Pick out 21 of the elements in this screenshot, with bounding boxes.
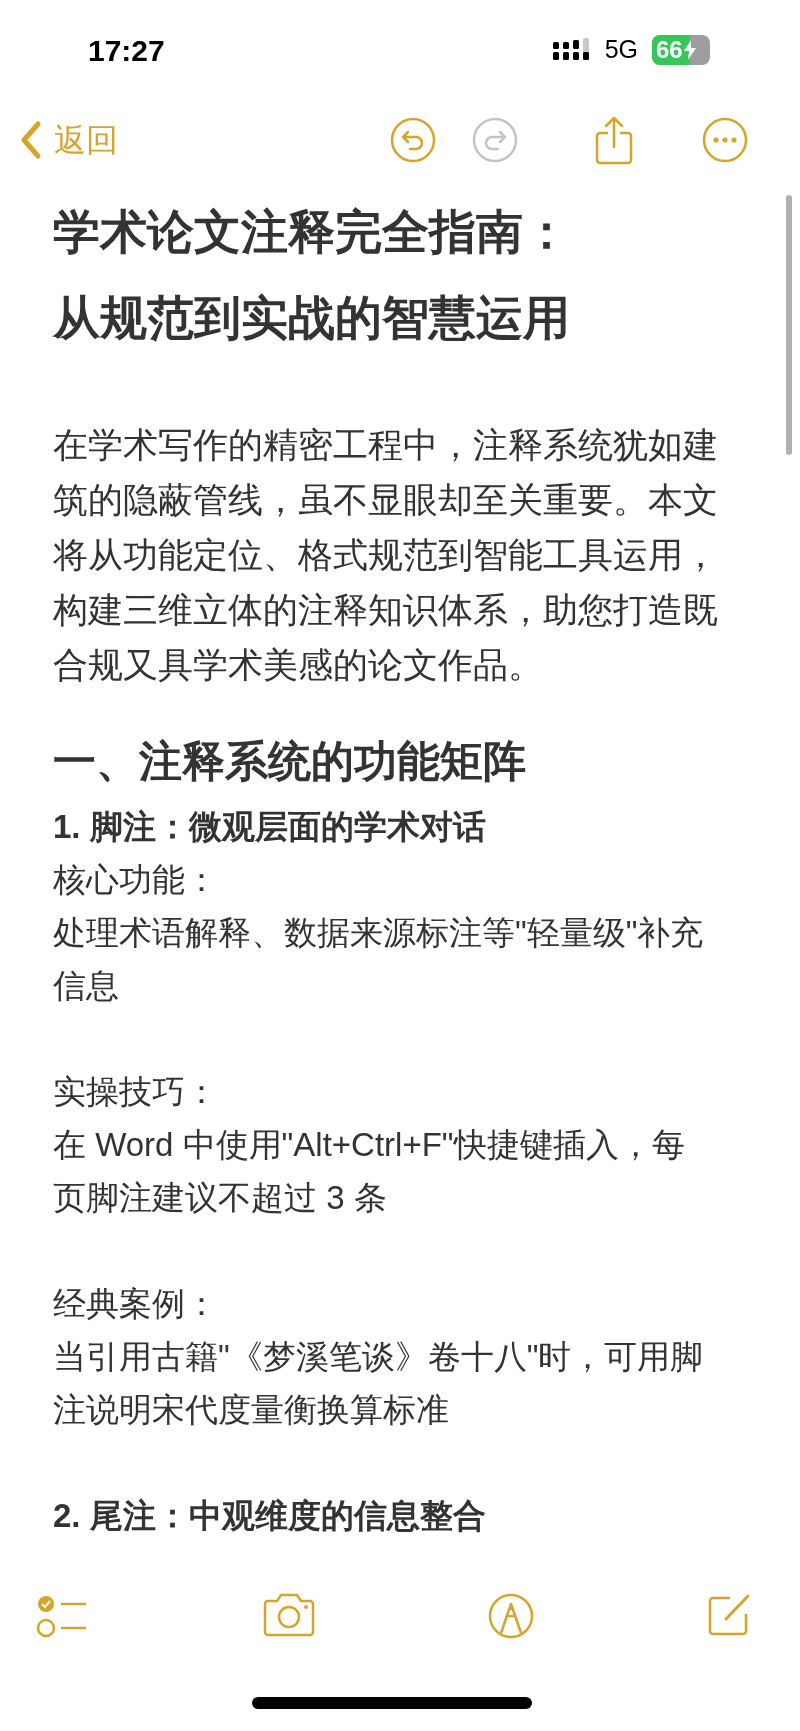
- note-title: 学术论文注释完全指南： 从规范到实战的智慧运用: [53, 204, 571, 346]
- redo-button[interactable]: [472, 117, 518, 163]
- field-text: 处理术语解释、数据来源标注等"轻量级"补充信息: [53, 913, 705, 1006]
- section-heading: 一、注释系统的功能矩阵: [53, 736, 527, 787]
- subsection-heading: 1. 脚注：微观层面的学术对话: [53, 807, 487, 847]
- undo-button[interactable]: [390, 117, 436, 163]
- network-label: 5G: [604, 34, 638, 66]
- field-text: 在 Word 中使用"Alt+Ctrl+F"快捷键插入，每页脚注建议不超过 3 条: [53, 1125, 686, 1218]
- intro-paragraph: 在学术写作的精密工程中，注释系统犹如建筑的隐蔽管线，虽不显眼却至关重要。本文将从功能定位、格式规范到智能工具运用，构建三维立体的注释知识体系，助您打造既合规又具学术美感的论文作品。: [53, 424, 719, 686]
- field-label: 经典案例：: [53, 1284, 219, 1324]
- share-button[interactable]: [594, 115, 634, 165]
- status-time: 17:27: [88, 32, 165, 69]
- signal-icon: [552, 38, 591, 62]
- pen-tip-icon[interactable]: [487, 1592, 536, 1640]
- back-button[interactable]: 返回: [18, 116, 118, 164]
- subsection-heading: 2. 尾注：中观维度的信息整合: [53, 1496, 487, 1536]
- field-text: 当引用古籍"《梦溪笔谈》卷十八"时，可用脚注说明宋代度量衡换算标准: [53, 1337, 705, 1430]
- more-button[interactable]: [702, 117, 748, 163]
- field-label: 核心功能：: [53, 860, 219, 900]
- battery-indicator: 66: [652, 35, 710, 65]
- field-label: 实操技巧：: [53, 1072, 219, 1112]
